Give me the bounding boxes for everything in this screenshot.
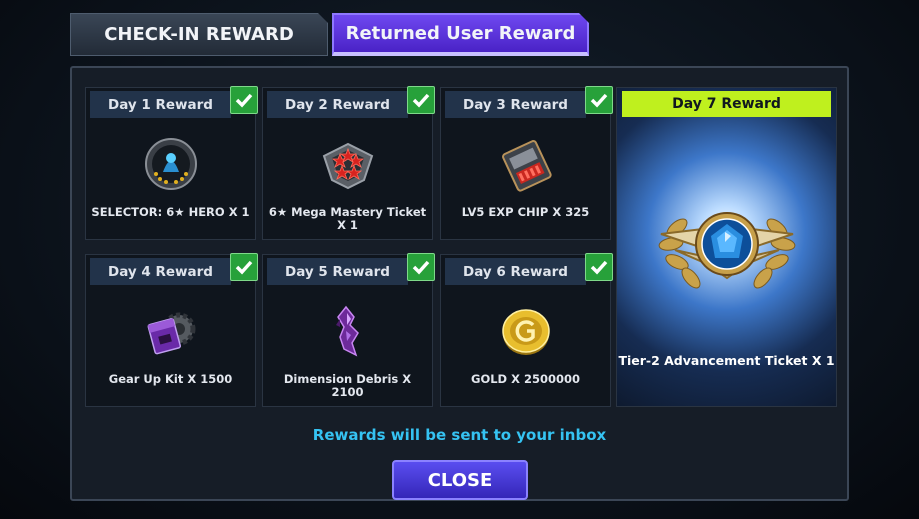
reward-item-label: Gear Up Kit X 1500 <box>108 372 233 386</box>
check-icon <box>585 86 613 114</box>
reward-card-day-3: Day 3 Reward LV5 EXP CHIP X 325 <box>440 86 613 240</box>
day-label: Day 5 Reward <box>267 258 408 285</box>
reward-card-day-1: Day 1 Reward SELECTOR: 6★ HERO X 1 <box>85 86 258 240</box>
reward-item-label: Tier-2 Advancement Ticket X 1 <box>618 353 835 368</box>
check-icon <box>230 86 258 114</box>
mastery-ticket-icon <box>322 142 373 190</box>
check-icon <box>230 253 258 281</box>
hero-selector-icon <box>144 138 197 190</box>
reward-item-label: GOLD X 2500000 <box>471 372 580 386</box>
reward-card-day-7: Day 7 Reward Tier-2 Advancement Ticket X… <box>616 87 837 407</box>
reward-item-label: Dimension Debris X 2100 <box>283 372 412 399</box>
gold-coin-icon <box>501 309 550 355</box>
tab-check-in-reward[interactable]: CHECK-IN REWARD <box>70 13 328 56</box>
day-label: Day 1 Reward <box>90 91 231 118</box>
close-button[interactable]: CLOSE <box>392 460 528 500</box>
day-label: Day 4 Reward <box>90 258 231 285</box>
tab-returned-user-reward[interactable]: Returned User Reward <box>332 13 589 56</box>
day-label: Day 6 Reward <box>445 258 586 285</box>
check-icon <box>585 253 613 281</box>
day-label: Day 2 Reward <box>267 91 408 118</box>
reward-item-label: 6★ Mega Mastery Ticket X 1 <box>268 205 427 232</box>
reward-item-label: SELECTOR: 6★ HERO X 1 <box>91 205 250 219</box>
reward-card-day-2: Day 2 Reward 6★ Mega Mastery Ticket X 1 <box>262 86 435 240</box>
inbox-notice: Rewards will be sent to your inbox <box>312 426 607 444</box>
reward-card-day-5: Day 5 Reward Dimension Debris X 2100 <box>262 253 435 407</box>
day-label: Day 3 Reward <box>445 91 586 118</box>
dimension-debris-icon <box>335 305 359 357</box>
reward-card-day-4: Day 4 Reward Gear Up Kit X 1500 <box>85 253 258 407</box>
gear-up-kit-icon <box>147 312 195 355</box>
advancement-ticket-icon <box>658 212 796 289</box>
check-icon <box>407 253 435 281</box>
exp-chip-icon <box>501 140 552 192</box>
day-label: Day 7 Reward <box>622 91 831 117</box>
check-icon <box>407 86 435 114</box>
reward-card-day-6: Day 6 Reward GOLD X 2500000 <box>440 253 613 407</box>
reward-item-label: LV5 EXP CHIP X 325 <box>461 205 590 219</box>
